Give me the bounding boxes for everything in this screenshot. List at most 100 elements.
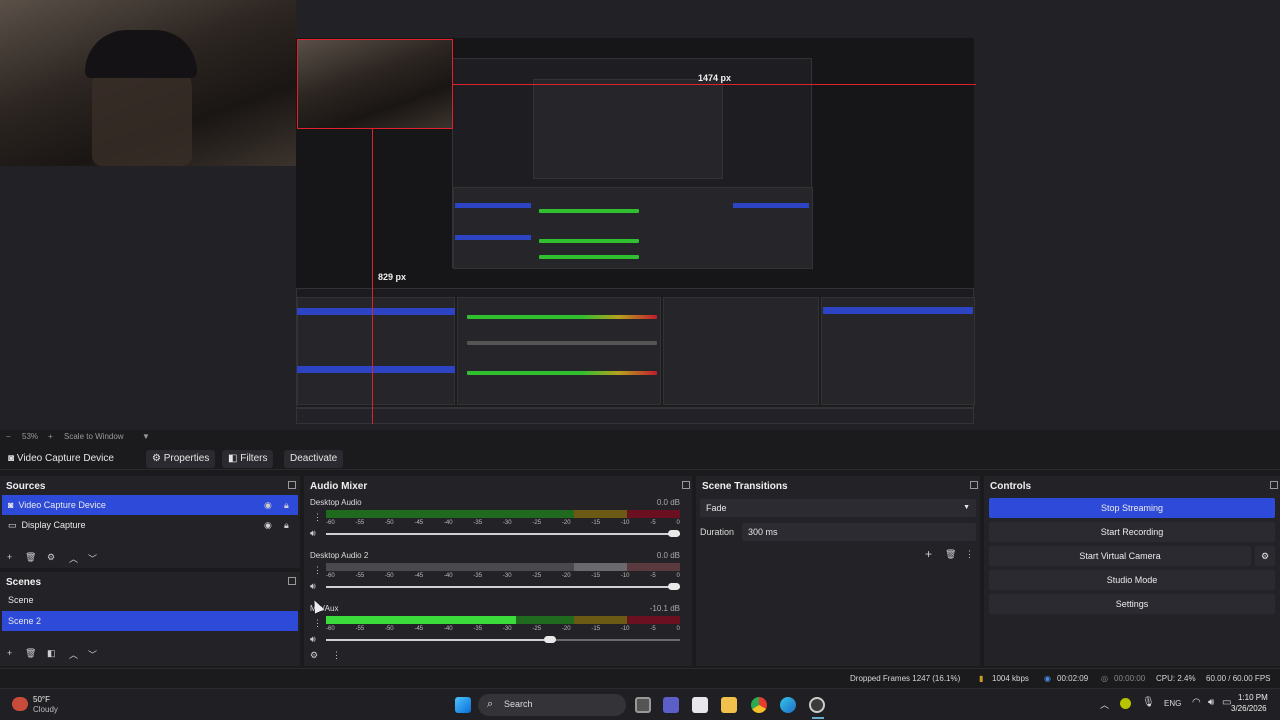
start-recording-button[interactable]: Start Recording [989,522,1275,542]
task-view-icon[interactable] [635,697,651,713]
nested-taskbar [296,408,974,424]
volume-slider-knob[interactable] [668,530,680,537]
duration-spinbox[interactable]: 300 ms [742,523,976,541]
minus-icon[interactable]: − [6,432,11,441]
meter-scale: -60 -55 -50 -45 -40 -35 -30 -25 -20 -15 -10 -5 0 [326,520,680,526]
scale-mode[interactable]: Scale to Window [64,432,124,441]
camera-icon: ◙ [8,453,15,464]
record-time: 00:00:00 [1114,674,1146,683]
bitrate: 1004 kbps [992,674,1029,683]
kebab-menu-icon[interactable]: ⋮ [313,565,322,576]
sources-title: Sources [6,481,46,492]
dock-menu-icon[interactable] [288,481,296,489]
meter-level [326,616,516,624]
studio-mode-button[interactable]: Studio Mode [989,570,1275,590]
kebab-menu-icon[interactable]: ⋮ [313,618,322,629]
preview-status-bar: − 53% + Scale to Window ▼ [0,430,1280,444]
selection-box[interactable] [297,39,453,129]
filter-icon[interactable]: ◧ [47,648,56,659]
weather-temp: 50°F [33,695,50,704]
camera-icon: ◙ [8,500,14,510]
scene-item[interactable]: Scene [2,590,298,610]
language-indicator[interactable]: ENG [1164,699,1181,708]
channel-name: Desktop Audio 2 [310,551,369,560]
move-down-icon[interactable]: ﹀ [88,552,97,565]
stream-icon: ◉ [1044,674,1051,683]
norton-icon[interactable] [1120,698,1131,709]
kebab-menu-icon[interactable]: ⋮ [965,549,974,560]
zoom-level: 53% [22,432,39,441]
properties-button[interactable]: ⚙ Properties [146,450,216,468]
microphone-icon[interactable]: 🎙︎ [1142,697,1155,708]
stop-streaming-button[interactable]: Stop Streaming [989,498,1275,518]
wifi-icon[interactable]: ◠ [1192,697,1201,708]
clock-date[interactable]: 3/26/2026 [1231,704,1267,713]
volume-icon[interactable]: 🔊︎ [1208,697,1214,708]
add-icon[interactable]: + [7,648,12,658]
eye-icon[interactable]: ◉ [264,495,272,515]
speaker-icon[interactable]: 🔊︎ [310,528,316,539]
eye-icon[interactable]: ◉ [264,515,272,535]
teams-icon[interactable] [663,697,679,713]
trash-icon[interactable]: 🗑︎ [25,552,36,563]
file-explorer-icon[interactable] [721,697,737,713]
dock-menu-icon[interactable] [970,481,978,489]
obs-icon[interactable] [809,697,825,713]
lock-icon[interactable]: 🔒︎ [284,495,289,515]
volume-slider-knob[interactable] [668,583,680,590]
active-app-indicator [812,717,824,719]
chevron-down-icon: ▼ [963,504,970,511]
gear-icon[interactable]: ⚙ [47,552,55,563]
gear-icon[interactable]: ⚙ [310,650,318,661]
plus-icon[interactable]: + [48,432,53,441]
dock-menu-icon[interactable] [288,577,296,585]
taskbar-search[interactable]: ⌕ Search [478,694,626,716]
scene-item[interactable]: Scene 2 [2,611,298,631]
speaker-icon[interactable]: 🔊︎ [310,634,316,645]
source-item-video-capture[interactable]: ◙ Video Capture Device ◉ 🔒︎ [2,495,298,515]
move-down-icon[interactable]: ﹀ [88,648,97,661]
start-virtual-camera-button[interactable]: Start Virtual Camera [989,546,1251,566]
scene-transitions-dock: Scene Transitions Fade ▼ Duration 300 ms… [696,476,980,666]
settings-button[interactable]: Settings [989,594,1275,614]
transition-select[interactable]: Fade ▼ [700,499,976,517]
edge-icon[interactable] [780,697,796,713]
kebab-menu-icon[interactable]: ⋮ [332,650,341,661]
chevron-down-icon[interactable]: ▼ [142,432,150,441]
windows-start-icon[interactable] [455,697,471,713]
guide-vertical [372,129,373,424]
kebab-menu-icon[interactable]: ⋮ [313,512,322,523]
source-item-display-capture[interactable]: ▭ Display Capture ◉ 🔒︎ [2,515,298,535]
record-icon: ◎ [1101,674,1108,683]
add-icon[interactable]: + [7,552,12,562]
store-icon[interactable] [692,697,708,713]
volume-meter [326,510,680,518]
trash-icon[interactable]: 🗑︎ [945,549,956,560]
chrome-icon[interactable] [751,697,767,713]
dock-menu-icon[interactable] [1270,481,1278,489]
move-up-icon[interactable]: ︿ [69,552,78,565]
volume-slider-fill [326,586,680,588]
virtual-camera-settings-icon[interactable]: ⚙ [1255,546,1275,566]
scenes-title: Scenes [6,577,42,588]
volume-slider-knob[interactable] [544,636,557,643]
deactivate-button[interactable]: Deactivate [284,450,344,468]
speaker-icon[interactable]: 🔊︎ [310,581,316,592]
volume-slider-fill [326,533,680,535]
nested-obs [296,288,975,408]
add-icon[interactable]: + [925,547,932,561]
chevron-up-icon[interactable]: ︿ [1100,698,1109,711]
trash-icon[interactable]: 🗑︎ [25,648,36,659]
preview-canvas[interactable]: 1474 px 829 px [0,0,1280,430]
filters-button[interactable]: ◧ Filters [222,450,274,468]
dock-menu-icon[interactable] [682,481,690,489]
cpu-usage: CPU: 2.4% [1156,674,1196,683]
clock-time[interactable]: 1:10 PM [1238,693,1268,702]
move-up-icon[interactable]: ︿ [69,648,78,661]
monitor-icon: ▭ [8,520,17,530]
lock-icon[interactable]: 🔒︎ [284,515,289,535]
source-name-label: ◙ Video Capture Device [8,453,114,464]
duration-label: Duration [700,527,735,537]
search-icon: ⌕ [487,698,494,710]
taskbar: 50°F Cloudy ⌕ Search ︿ 🎙︎ ENG ◠ 🔊︎ ▭ 1:1… [0,688,1280,720]
